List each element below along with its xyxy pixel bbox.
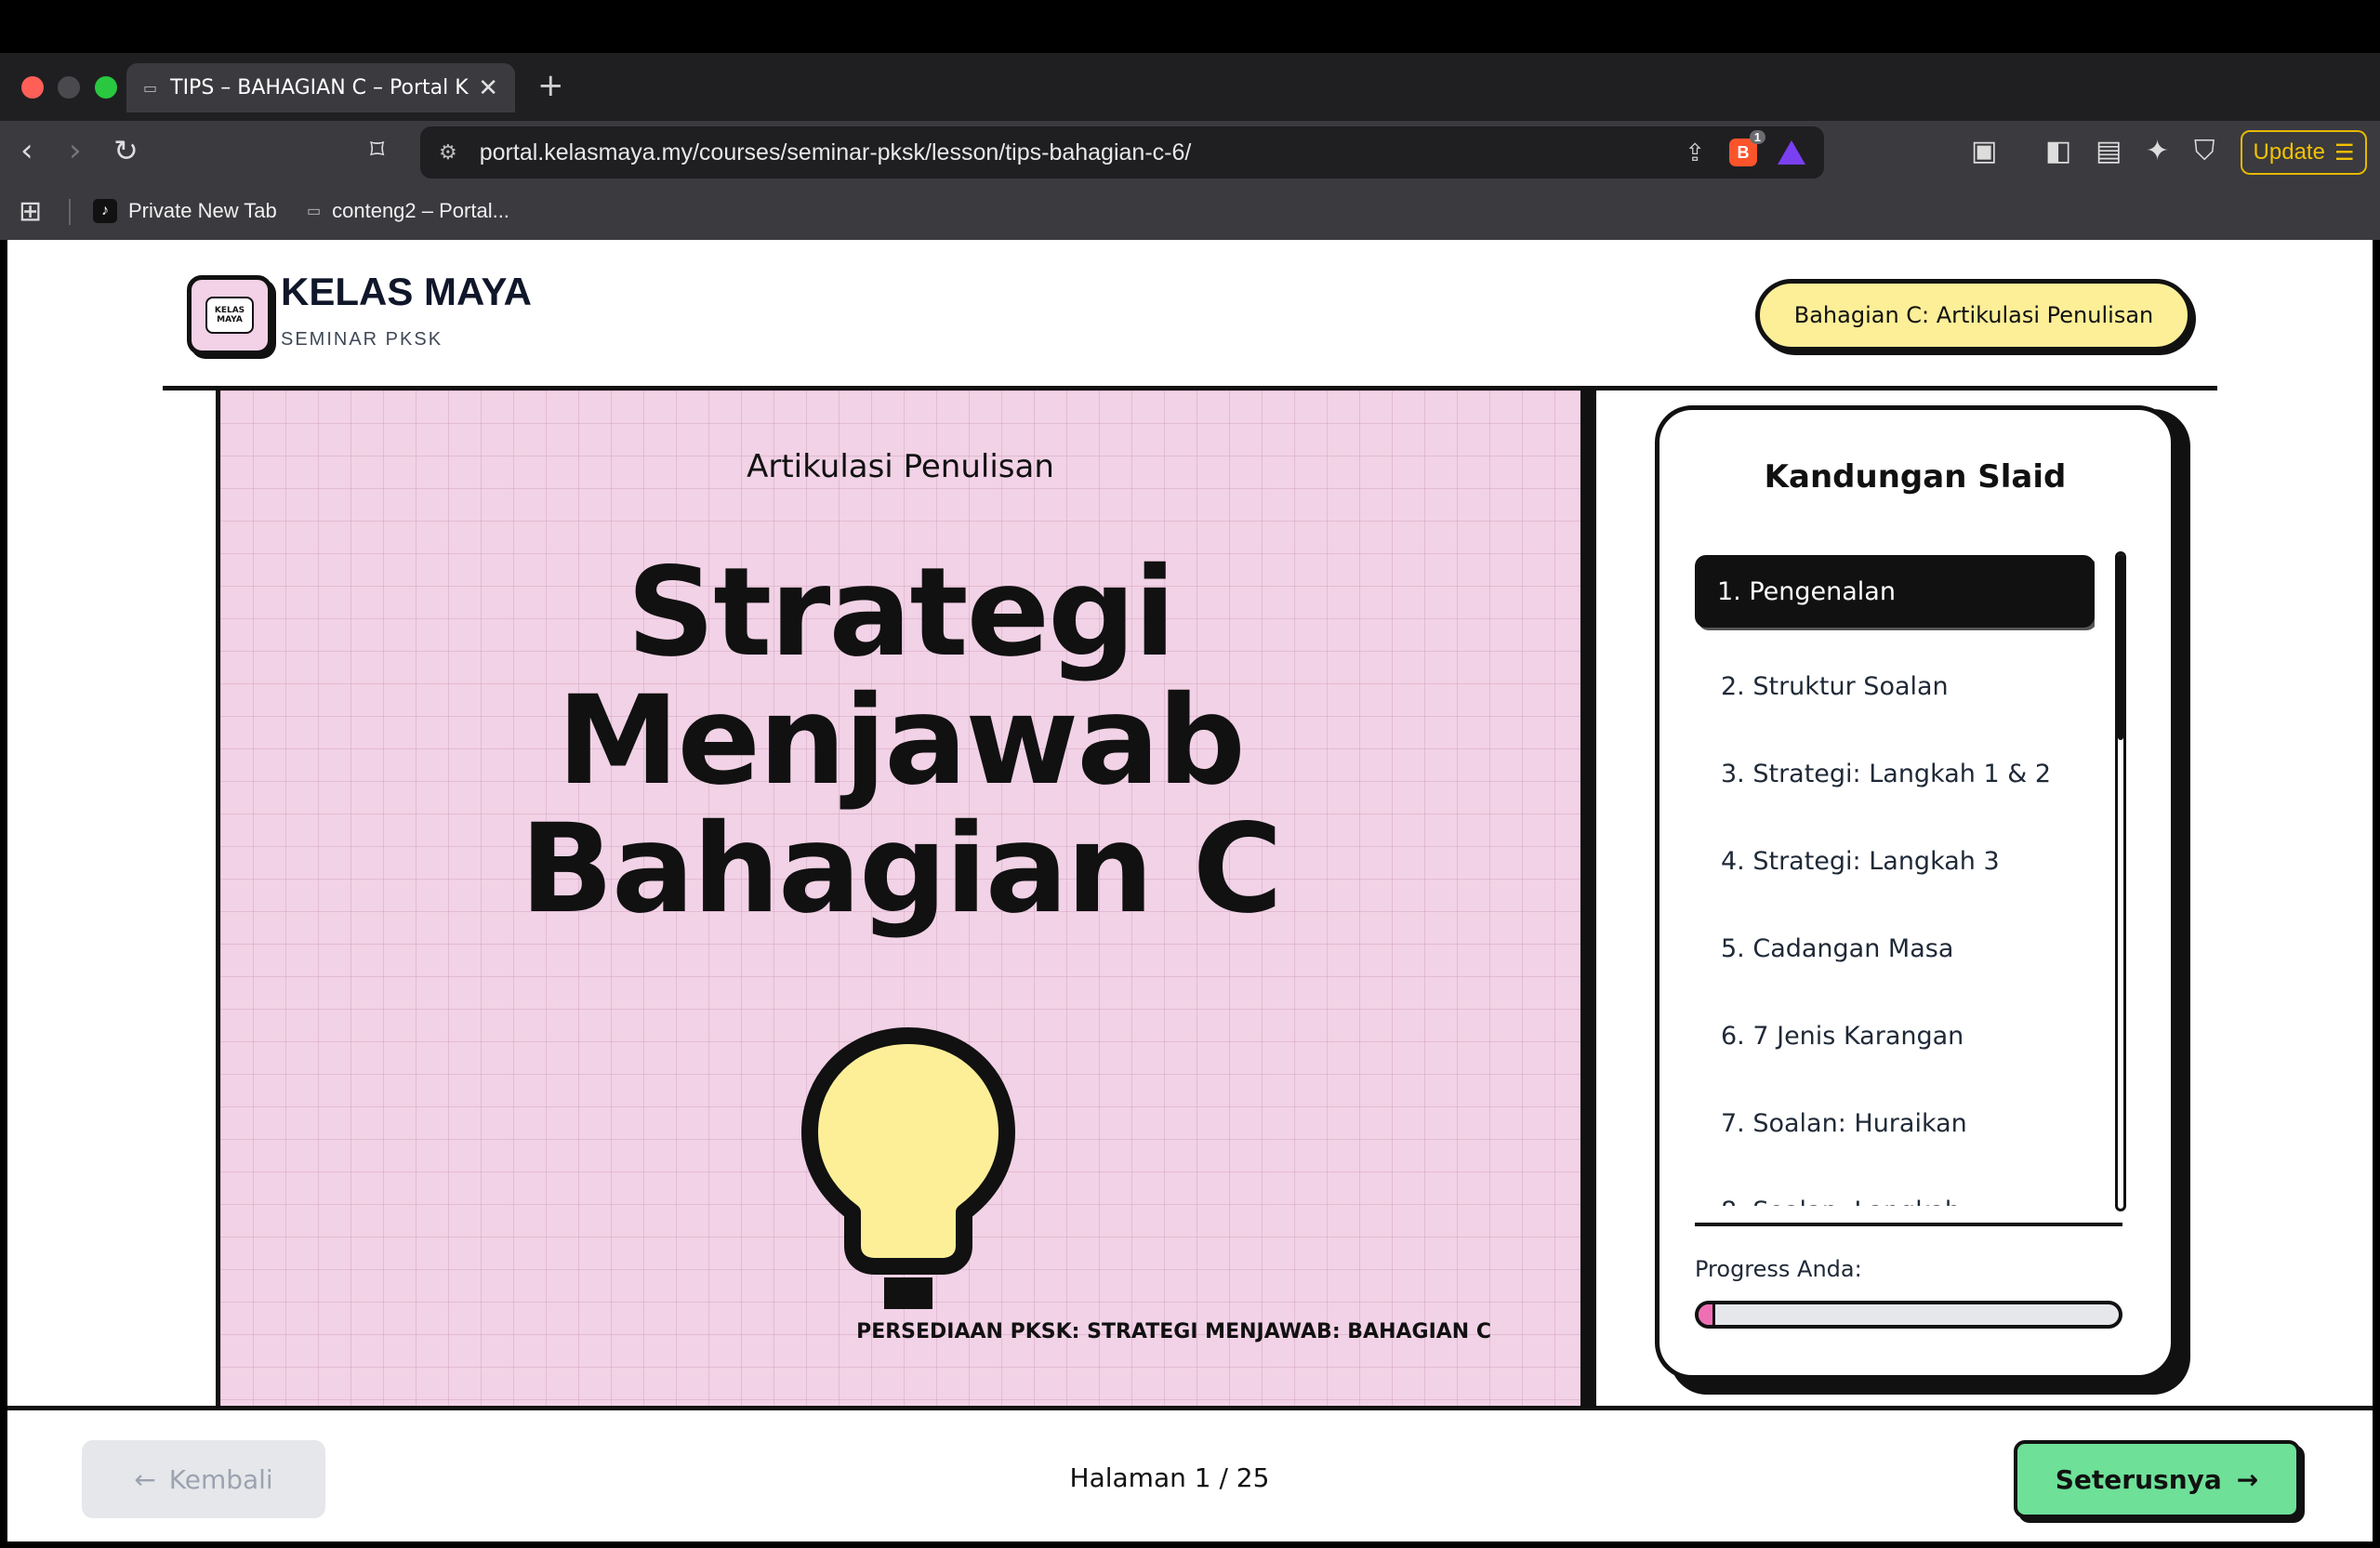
toc-item-active[interactable]: 1. Pengenalan: [1695, 555, 2095, 628]
back-arrow-icon[interactable]: ‹: [20, 132, 33, 169]
menu-icon: ☰: [2334, 139, 2355, 165]
site-favicon-icon: ▭: [143, 79, 158, 97]
vpn-shield-icon[interactable]: ⛉: [2194, 136, 2215, 167]
page-indicator: Halaman 1 / 25: [1069, 1462, 1270, 1493]
slide-contents-panel: Kandungan Slaid 1. Pengenalan 2. Struktu…: [1655, 405, 2175, 1380]
toc-item[interactable]: 6. 7 Jenis Karangan: [1695, 992, 2095, 1079]
section-badge: Bahagian C: Artikulasi Penulisan: [1755, 279, 2192, 351]
toc-scrollbar-thumb[interactable]: [2118, 554, 2123, 740]
wallet-icon[interactable]: ▤: [2096, 136, 2122, 167]
next-button[interactable]: Seterusnya →: [2014, 1440, 2300, 1518]
site-settings-icon[interactable]: ⚙: [439, 140, 457, 165]
panel-title: Kandungan Slaid: [1764, 458, 2067, 496]
right-arrow-icon: →: [2236, 1463, 2259, 1495]
toc-item[interactable]: 4. Strategi: Langkah 3: [1695, 817, 2095, 905]
bookmark-conteng2[interactable]: ▭ conteng2 – Portal...: [307, 199, 509, 223]
slide-title-line: Bahagian C: [520, 798, 1282, 941]
lightbulb-icon: [801, 1027, 1015, 1309]
apps-grid-icon[interactable]: ⊞: [19, 195, 42, 228]
tiktok-icon: ♪: [93, 199, 117, 223]
browser-tab-active[interactable]: ▭ TIPS – BAHAGIAN C – Portal K ✕: [126, 63, 515, 112]
toc-scrollbar[interactable]: [2115, 551, 2126, 1211]
address-bar[interactable]: ⚙ portal.kelasmaya.my/courses/seminar-pk…: [420, 126, 1824, 179]
slide-kicker: Artikulasi Penulisan: [747, 448, 1054, 485]
slide-title: Strategi Menjawab Bahagian C: [220, 549, 1580, 933]
progress-label: Progress Anda:: [1695, 1256, 1862, 1282]
tab-title: TIPS – BAHAGIAN C – Portal K: [170, 76, 469, 99]
toc-item[interactable]: 5. Cadangan Masa: [1695, 905, 2095, 992]
brand-title[interactable]: KELAS MAYA: [281, 270, 532, 314]
kelas-maya-logo[interactable]: KELAS MAYA: [187, 275, 272, 355]
bookmark-label: conteng2 – Portal...: [332, 199, 509, 222]
slide-navigation-bar: ← Kembali Halaman 1 / 25 Seterusnya →: [7, 1406, 2373, 1541]
progress-bar-fill: [1699, 1304, 1716, 1325]
url-text[interactable]: portal.kelasmaya.my/courses/seminar-pksk…: [480, 139, 1685, 166]
brave-rewards-icon[interactable]: [1778, 140, 1805, 165]
toc-item[interactable]: 3. Strategi: Langkah 1 & 2: [1695, 730, 2095, 817]
update-button[interactable]: Update ☰: [2241, 130, 2367, 175]
window-minimize-button[interactable]: [58, 76, 80, 99]
new-tab-button[interactable]: +: [537, 67, 564, 104]
slide-title-line: Menjawab: [557, 669, 1246, 813]
bookmark-private-new-tab[interactable]: ♪ Private New Tab: [93, 199, 277, 223]
logo-mark: KELAS MAYA: [205, 297, 254, 334]
reload-icon[interactable]: ↻: [113, 132, 139, 169]
forward-arrow-icon[interactable]: ›: [69, 132, 82, 169]
share-icon[interactable]: ⇪: [1685, 139, 1705, 167]
brand-subtitle: SEMINAR PKSK: [281, 329, 443, 350]
panel-divider: [1695, 1223, 2122, 1226]
window-close-button[interactable]: [21, 76, 44, 99]
toc-item[interactable]: 8. Soalan: Langkah: [1695, 1167, 2095, 1207]
toc-item[interactable]: 7. Soalan: Huraikan: [1695, 1079, 2095, 1167]
shield-count-badge: 1: [1749, 130, 1765, 144]
slide-contents-list[interactable]: 1. Pengenalan 2. Struktur Soalan 3. Stra…: [1695, 555, 2095, 1206]
brave-shields-icon[interactable]: B1: [1729, 130, 1765, 166]
web-page: KELAS MAYA KELAS MAYA SEMINAR PKSK Bahag…: [7, 240, 2373, 1541]
bookmark-label: Private New Tab: [128, 199, 277, 222]
menu-bar-area: [0, 0, 2380, 53]
next-button-label: Seterusnya: [2055, 1463, 2222, 1495]
bookmarks-divider: [69, 199, 71, 225]
toc-item[interactable]: 2. Struktur Soalan: [1695, 642, 2095, 730]
slide-title-line: Strategi: [627, 541, 1176, 684]
reader-mode-icon[interactable]: ▣: [1971, 136, 1997, 167]
window-zoom-button[interactable]: [95, 76, 117, 99]
sidebar-toggle-icon[interactable]: ◧: [2045, 136, 2071, 167]
leo-ai-icon[interactable]: ✦: [2146, 136, 2169, 167]
progress-bar: [1695, 1301, 2122, 1329]
bookmark-icon[interactable]: ⌑: [370, 132, 384, 169]
site-icon: ▭: [307, 204, 322, 219]
slide-canvas: Artikulasi Penulisan Strategi Menjawab B…: [216, 390, 1580, 1541]
update-label: Update: [2253, 139, 2325, 165]
slide-footer: PERSEDIAAN PKSK: STRATEGI MENJAWAB: BAHA…: [856, 1320, 1491, 1343]
tab-close-icon[interactable]: ✕: [478, 74, 498, 102]
